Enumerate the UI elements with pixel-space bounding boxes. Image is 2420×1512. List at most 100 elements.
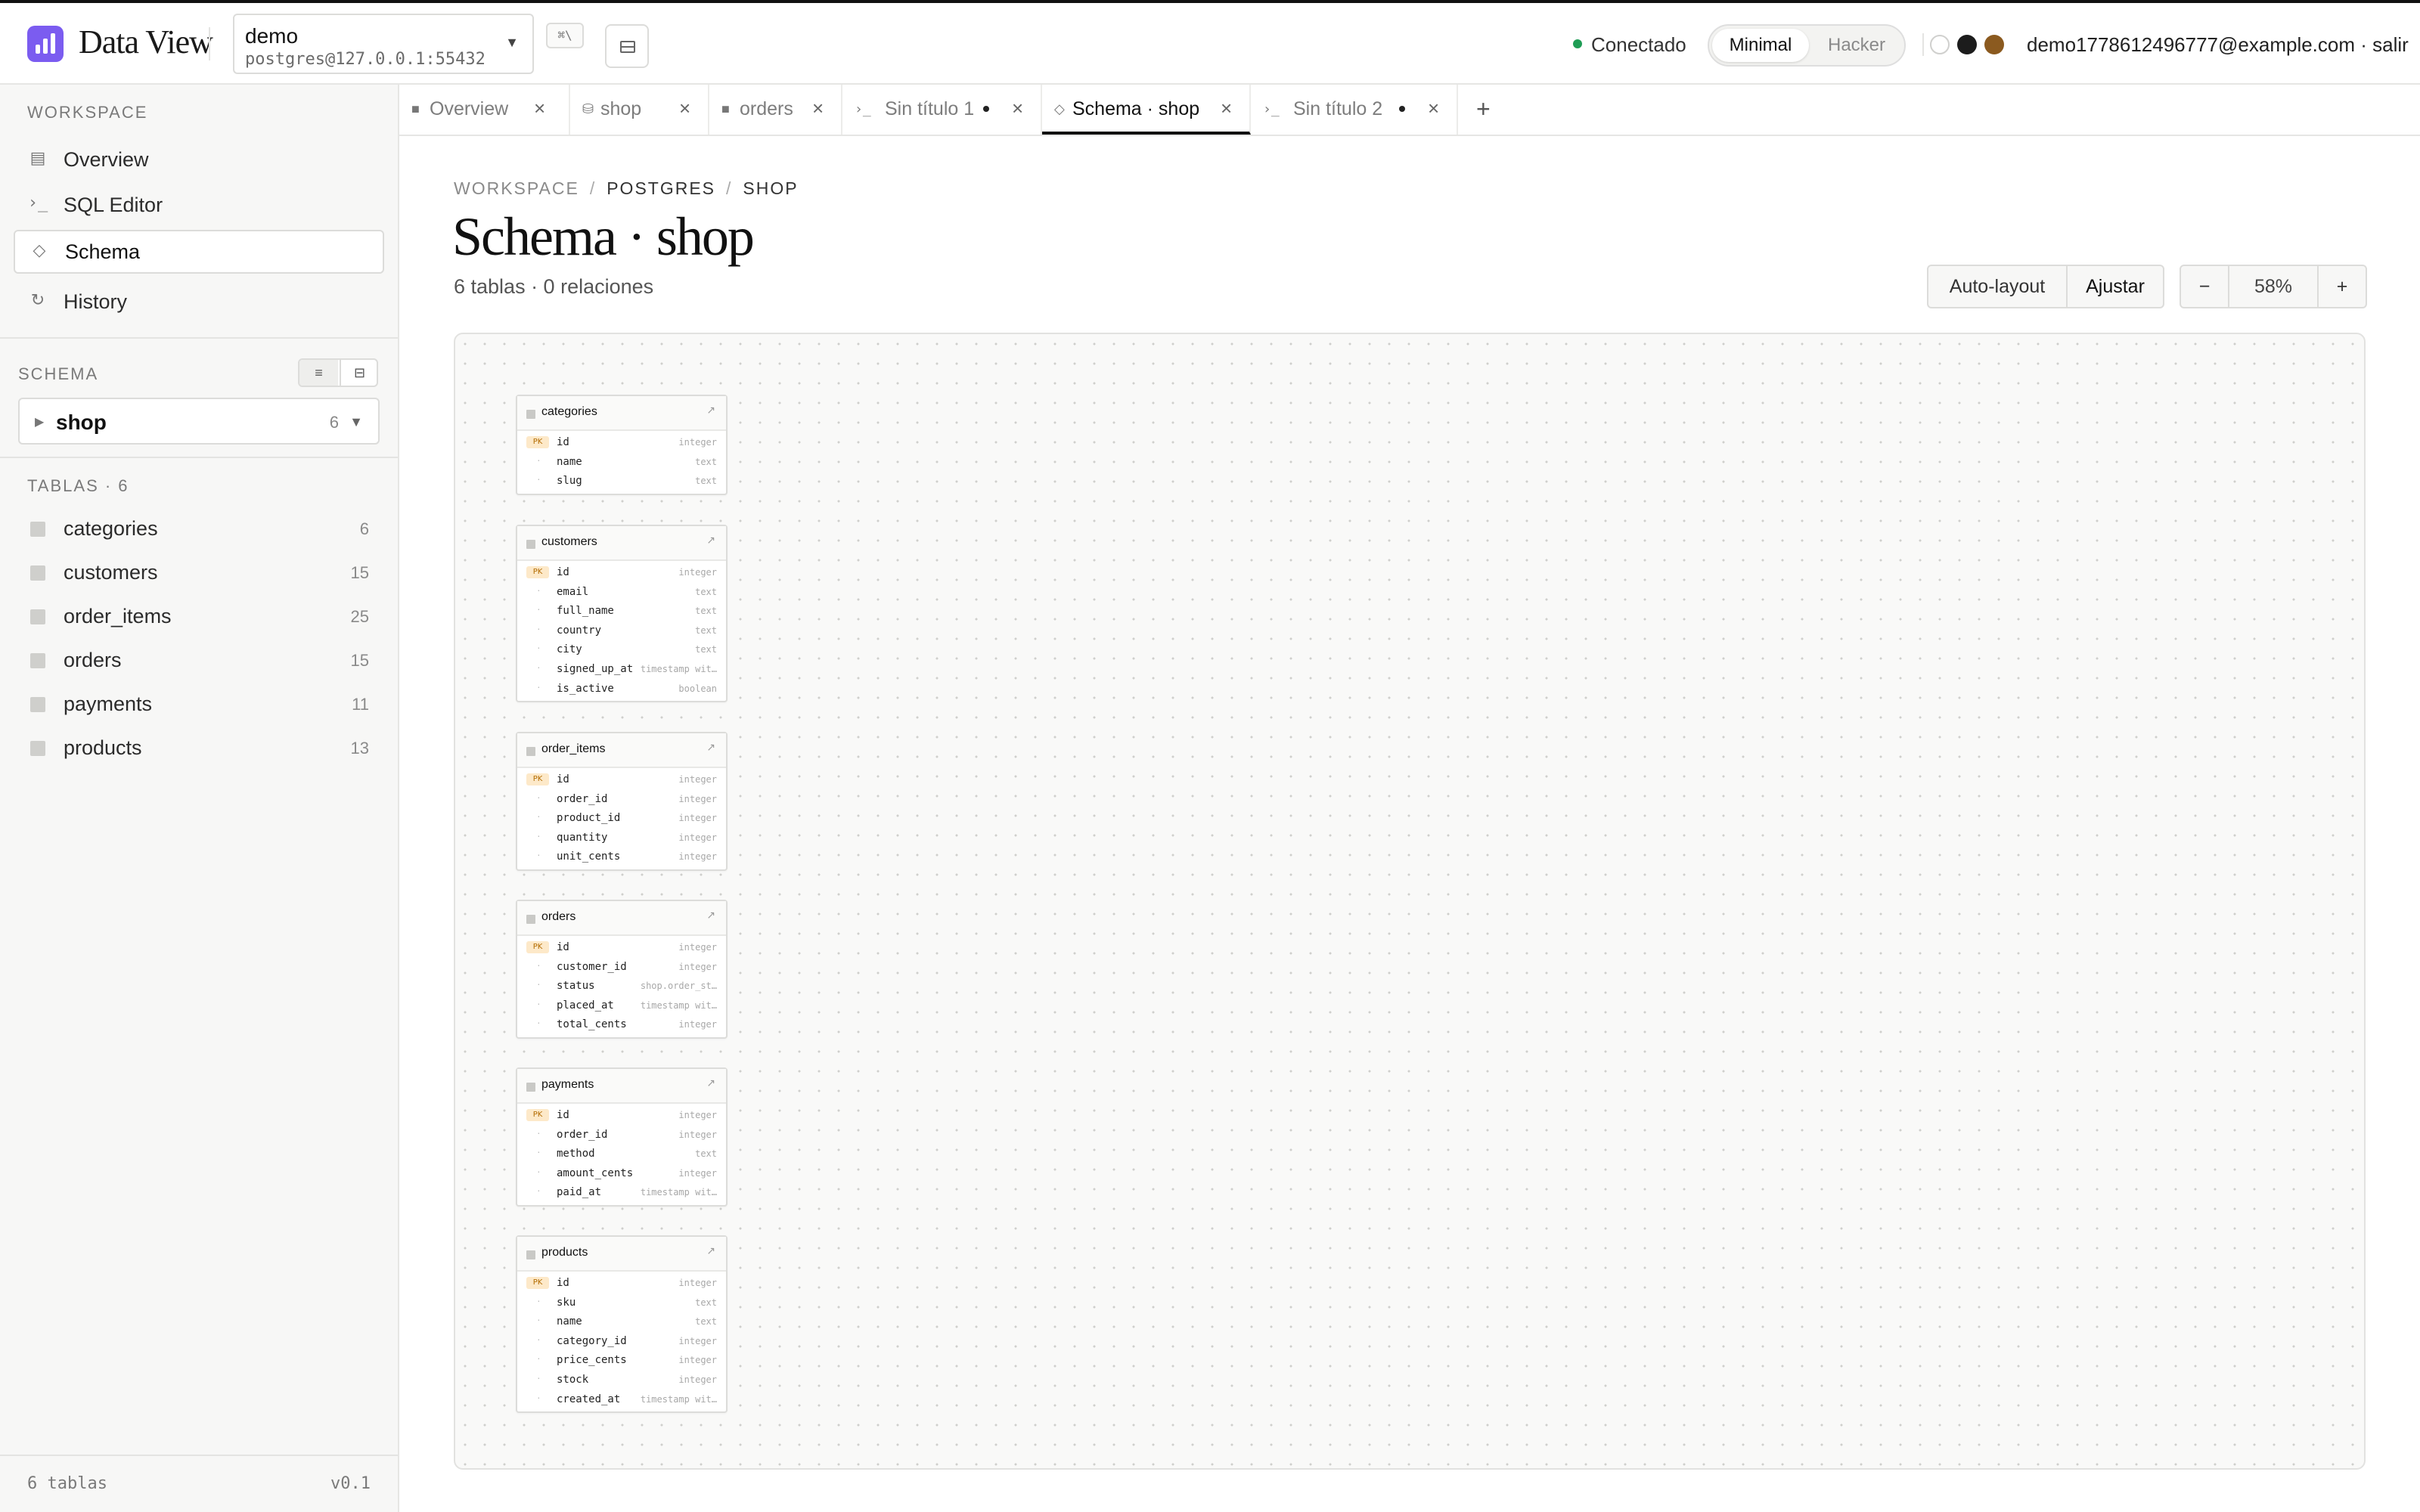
theme-swatch-brown[interactable] (1984, 35, 2004, 54)
table-card-orders[interactable]: orders ↗ PK id integer · customer_id integer · st… (516, 900, 728, 1039)
table-card-payments[interactable]: payments ↗ PK id integer · order_id integer · met… (516, 1067, 728, 1207)
tab-overview[interactable]: ■ Overview × (399, 85, 570, 135)
open-table-icon[interactable]: ↗ (706, 534, 715, 547)
column-row: · product_id integer (517, 808, 726, 828)
table-card-customers[interactable]: customers ↗ PK id integer · email text · full_nam… (516, 525, 728, 703)
schema-select[interactable]: ▶ shop 6 ▼ (18, 398, 380, 445)
logout-link[interactable]: salir (2372, 33, 2409, 56)
column-row: · category_id integer (517, 1331, 726, 1351)
table-card-order-items[interactable]: order_items ↗ PK id integer · order_id integer ·… (516, 732, 728, 871)
tab-label: Sin título 1 (885, 98, 975, 119)
tab-schema-shop[interactable]: ◇ Schema · shop × (1042, 85, 1251, 135)
sidebar-table-categories[interactable]: categories 6 (18, 510, 381, 547)
zoom-in-button[interactable]: + (2317, 265, 2367, 308)
bullet-icon: · (537, 583, 541, 596)
list-view-icon[interactable]: ≡ (299, 360, 338, 386)
column-row: · name text (517, 1312, 726, 1331)
close-icon[interactable]: × (679, 97, 690, 120)
auto-layout-button[interactable]: Auto-layout (1927, 265, 2068, 308)
zoom-out-button[interactable]: − (2180, 265, 2229, 308)
tab-orders[interactable]: ■ orders × (709, 85, 842, 135)
sidebar-table-order-items[interactable]: order_items 25 (18, 597, 381, 635)
sidebar-item-sql-editor[interactable]: ›_ SQL Editor (14, 183, 384, 227)
tab-sin-titulo-2[interactable]: ›_ Sin título 2 × (1251, 85, 1458, 135)
add-tab-button[interactable]: + (1476, 95, 1491, 123)
close-icon[interactable]: × (1221, 97, 1232, 120)
primary-key-badge: PK (526, 941, 549, 953)
table-icon (30, 609, 45, 624)
sidebar-item-history[interactable]: ↻ History (14, 280, 384, 324)
bullet-icon: · (537, 1145, 541, 1158)
open-table-icon[interactable]: ↗ (706, 909, 715, 922)
table-card-title: products (541, 1246, 588, 1259)
tab-sin-titulo-1[interactable]: ›_ Sin título 1 × (842, 85, 1042, 135)
column-type: shop.order_st… (640, 981, 717, 992)
sidebar-table-payments[interactable]: payments 11 (18, 685, 381, 723)
sidebar-table-customers[interactable]: customers 15 (18, 553, 381, 591)
open-table-icon[interactable]: ↗ (706, 741, 715, 754)
column-type: text (695, 1316, 717, 1328)
table-card-products[interactable]: products ↗ PK id integer · sku text · name text · ca… (516, 1235, 728, 1414)
sidebar-item-overview[interactable]: ▤ Overview (14, 138, 384, 181)
close-icon[interactable]: × (1012, 97, 1023, 120)
column-name: paid_at (557, 1186, 602, 1199)
sidebar-item-schema[interactable]: ◇ Schema (14, 230, 384, 274)
column-row: PK id integer (517, 937, 726, 957)
table-icon: ■ (721, 101, 730, 116)
column-name: total_cents (557, 1018, 627, 1031)
user-menu: demo1778612496777@example.com · salir (2027, 33, 2409, 57)
open-table-icon[interactable]: ↗ (706, 1077, 715, 1089)
bullet-icon: · (537, 1390, 541, 1403)
column-type: integer (678, 1167, 717, 1179)
column-type: integer (678, 942, 717, 953)
workspace-label: WORKSPACE (27, 103, 148, 122)
database-icon: ⛁ (582, 101, 594, 116)
bullet-icon: · (537, 810, 541, 823)
column-type: text (695, 476, 717, 487)
close-icon[interactable]: × (812, 97, 824, 120)
bullet-icon: · (537, 848, 541, 861)
column-row: · sku text (517, 1293, 726, 1312)
column-type: integer (678, 961, 717, 972)
bullet-icon: · (537, 978, 541, 990)
bullet-icon: · (537, 621, 541, 634)
sidebar: WORKSPACE ▤ Overview ›_ SQL Editor ◇ Sch… (0, 85, 399, 1512)
fit-button[interactable]: Ajustar (2066, 265, 2164, 308)
sidebar-table-orders[interactable]: orders 15 (18, 641, 381, 679)
tab-label: Overview (430, 98, 509, 119)
close-icon[interactable]: × (534, 97, 545, 120)
open-table-icon[interactable]: ↗ (706, 404, 715, 417)
column-type: integer (678, 851, 717, 863)
tab-label: Sin título 2 (1293, 98, 1383, 119)
breadcrumb-item[interactable]: WORKSPACE (454, 178, 579, 198)
column-row: · paid_at timestamp wit… (517, 1182, 726, 1202)
mode-hacker-button[interactable]: Hacker (1812, 29, 1901, 62)
tab-shop[interactable]: ⛁ shop × (570, 85, 709, 135)
divider (1922, 33, 1924, 56)
column-type: text (695, 1297, 717, 1308)
column-row: · unit_cents integer (517, 847, 726, 866)
column-type: boolean (678, 683, 717, 694)
table-card-title: categories (541, 405, 597, 418)
column-row: · email text (517, 582, 726, 602)
grid-view-icon[interactable]: ⊟ (340, 360, 377, 386)
panel-toggle-button[interactable] (605, 24, 649, 68)
bullet-icon: · (537, 1294, 541, 1306)
connection-selector[interactable]: demo postgres@127.0.0.1:55432 ▼ (233, 14, 534, 74)
column-type: integer (678, 1278, 717, 1288)
column-row: · customer_id integer (517, 957, 726, 977)
theme-swatch-dark[interactable] (1957, 35, 1977, 54)
column-type: text (695, 456, 717, 467)
breadcrumb-item[interactable]: POSTGRES (607, 178, 715, 198)
schema-canvas[interactable]: categories ↗ PK id integer · name text · slug text… (454, 333, 2366, 1470)
open-table-icon[interactable]: ↗ (706, 1244, 715, 1257)
close-icon[interactable]: × (1428, 97, 1439, 120)
column-name: id (557, 566, 569, 578)
theme-swatch-light[interactable] (1930, 35, 1950, 54)
sidebar-table-products[interactable]: products 13 (18, 729, 381, 767)
mode-minimal-button[interactable]: Minimal (1712, 29, 1809, 62)
table-card-categories[interactable]: categories ↗ PK id integer · name text · slug text (516, 395, 728, 495)
column-name: category_id (557, 1334, 627, 1347)
primary-key-badge: PK (526, 436, 549, 448)
column-row: · total_cents integer (517, 1015, 726, 1034)
